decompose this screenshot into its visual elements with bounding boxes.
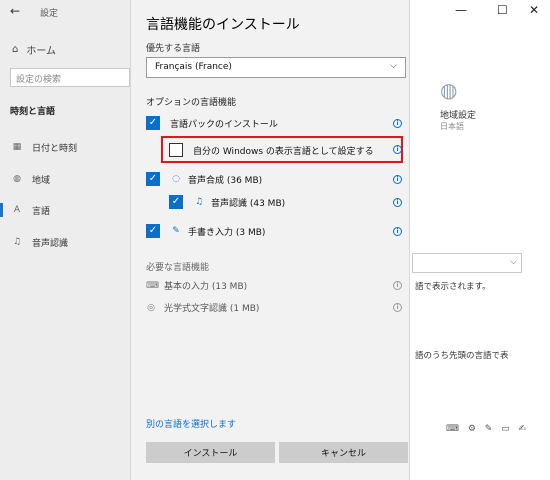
language-feature-icons: ⌨ ⚙ ✎ ▭ ✍ <box>446 424 530 434</box>
language-icon: A <box>13 205 21 215</box>
keyboard-icon: ⌨ <box>146 280 159 291</box>
dialog-title: 言語機能のインストール <box>146 17 300 33</box>
sidebar-item-region[interactable]: ◍ 地域 <box>0 168 130 190</box>
cancel-button[interactable]: キャンセル <box>279 442 408 463</box>
sidebar-section-title: 時刻と言語 <box>10 107 56 117</box>
info-icon[interactable]: i <box>393 145 402 154</box>
sidebar-item-label: 地域 <box>32 175 51 186</box>
preferred-language-label: 優先する言語 <box>146 44 201 54</box>
feature-text-to-speech[interactable]: ✓ ◌ 音声合成 (36 MB) <box>146 170 262 188</box>
checkbox-checked[interactable]: ✓ <box>169 195 183 209</box>
region-globe-icon[interactable]: ◍ <box>440 78 457 102</box>
sidebar-home-label: ホーム <box>26 46 57 57</box>
feature-speech-recognition[interactable]: ✓ ♫ 音声認識 (43 MB) <box>169 193 285 211</box>
minimize-button[interactable]: — <box>455 3 467 17</box>
optional-features-label: オプションの言語機能 <box>146 98 237 108</box>
required-feature-basic-typing: ⌨ 基本の入力 (13 MB) <box>146 279 248 293</box>
speech-icon: ◌ <box>172 174 180 184</box>
feature-set-display-language[interactable]: 自分の Windows の表示言語として設定する <box>169 141 374 159</box>
sidebar-item-label: 言語 <box>32 206 51 217</box>
app-title: 設定 <box>40 9 59 19</box>
home-icon: ⌂ <box>12 44 19 55</box>
required-features-label: 必要な言語機能 <box>146 263 210 273</box>
feature-label: 音声認識 (43 MB) <box>211 198 286 209</box>
maximize-button[interactable]: ☐ <box>497 3 508 17</box>
background-text: 語のうち先頭の言語で表 <box>415 351 509 361</box>
feature-label: 光学式文字認識 (1 MB) <box>164 304 260 314</box>
install-button[interactable]: インストール <box>146 442 275 463</box>
region-settings-title[interactable]: 地域設定 <box>440 108 476 121</box>
selected-language: Français (France) <box>155 62 232 72</box>
sidebar-home[interactable]: ⌂ ホーム <box>12 42 56 57</box>
calendar-icon: ▦ <box>12 142 22 152</box>
sidebar-item-date-time[interactable]: ▦ 日付と時刻 <box>0 136 130 158</box>
chevron-down-icon: ⌵ <box>390 61 397 71</box>
info-icon[interactable]: i <box>393 119 402 128</box>
feature-language-pack[interactable]: ✓ 言語パックのインストール <box>146 114 278 132</box>
back-arrow-icon[interactable]: ← <box>10 4 20 18</box>
microphone-icon: ♫ <box>12 237 22 247</box>
feature-label: 手書き入力 (3 MB) <box>188 227 266 238</box>
sidebar-item-language[interactable]: A 言語 <box>0 199 130 221</box>
background-text: 語で表示されます。 <box>415 282 491 292</box>
sidebar-item-label: 日付と時刻 <box>32 143 78 154</box>
info-icon[interactable]: i <box>393 175 402 184</box>
sidebar-item-speech[interactable]: ♫ 音声認識 <box>0 231 130 253</box>
required-feature-ocr: ◎ 光学式文字認識 (1 MB) <box>146 301 260 315</box>
background-dropdown[interactable]: ⌵ <box>412 253 522 273</box>
feature-label: 言語パックのインストール <box>170 119 278 130</box>
sidebar-item-label: 音声認識 <box>32 238 69 249</box>
globe-icon: ◍ <box>13 174 21 184</box>
ocr-icon: ◎ <box>147 302 155 313</box>
checkbox-checked[interactable]: ✓ <box>146 224 160 238</box>
feature-label: 自分の Windows の表示言語として設定する <box>193 146 374 157</box>
info-icon[interactable]: i <box>393 281 402 290</box>
checkbox-checked[interactable]: ✓ <box>146 116 160 130</box>
feature-handwriting[interactable]: ✓ ✎ 手書き入力 (3 MB) <box>146 222 265 240</box>
close-button[interactable]: ✕ <box>529 3 539 17</box>
region-settings-subtitle: 日本語 <box>440 122 464 131</box>
settings-content-area <box>410 24 550 480</box>
choose-another-language-link[interactable]: 別の言語を選択します <box>146 417 236 430</box>
handwriting-icon: ✎ <box>172 226 180 236</box>
chevron-down-icon: ⌵ <box>510 257 517 267</box>
install-language-features-dialog: 言語機能のインストール 優先する言語 Français (France) ⌵ オ… <box>130 0 410 480</box>
info-icon[interactable]: i <box>393 198 402 207</box>
preferred-language-select[interactable]: Français (France) ⌵ <box>146 57 406 78</box>
checkbox-checked[interactable]: ✓ <box>146 172 160 186</box>
checkbox-unchecked[interactable] <box>169 143 183 157</box>
info-icon[interactable]: i <box>393 303 402 312</box>
settings-search-input[interactable]: 設定の検索 <box>10 68 130 87</box>
feature-label: 基本の入力 (13 MB) <box>164 282 248 292</box>
info-icon[interactable]: i <box>393 227 402 236</box>
feature-label: 音声合成 (36 MB) <box>188 175 263 186</box>
microphone-icon: ♫ <box>194 197 204 207</box>
